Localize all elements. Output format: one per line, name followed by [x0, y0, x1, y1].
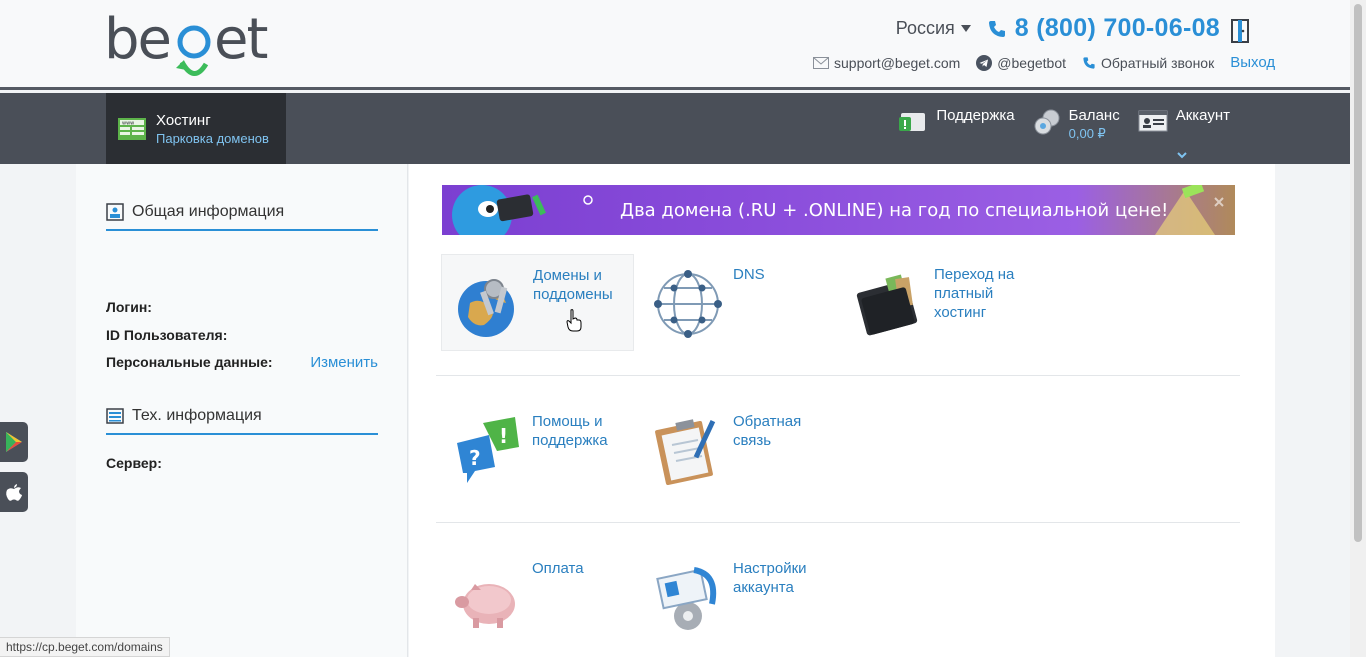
logout-link[interactable]: Выход: [1230, 54, 1275, 71]
scrollbar-thumb[interactable]: [1354, 4, 1362, 542]
tile-paid-hosting-label: Переход на платный хостинг: [934, 266, 1015, 321]
personal-data-row: Персональные данные: Изменить: [106, 354, 378, 371]
tile-account-settings[interactable]: Настройки аккаунта: [642, 548, 835, 645]
id-card-icon: [106, 203, 124, 221]
tile-payment-label: Оплата: [532, 560, 584, 577]
nav-support[interactable]: Поддержка: [898, 107, 1015, 137]
tile-account-settings-label: Настройки аккаунта: [733, 560, 807, 596]
left-info-panel: Общая информация Логин: ID Пользователя:…: [76, 164, 408, 657]
login-label: Логин:: [106, 299, 152, 315]
nav-hosting-title: Хостинг: [156, 111, 211, 129]
tile-feedback[interactable]: Обратная связь: [642, 401, 835, 498]
close-icon[interactable]: [1214, 197, 1224, 207]
callback-link[interactable]: Обратный звонок: [1082, 55, 1214, 71]
globe-keys-icon: [458, 279, 514, 337]
main-navbar: www Хостинг Парковка доменов Поддержка Б…: [0, 93, 1350, 164]
login-row: Логин:: [106, 299, 378, 315]
spotlight-decor-icon: [1155, 185, 1215, 235]
tile-feedback-label: Обратная связь: [733, 413, 802, 449]
nav-account[interactable]: Аккаунт: [1138, 107, 1230, 135]
nav-balance-label: Баланс: [1068, 107, 1120, 124]
beget-logo[interactable]: be et: [104, 6, 274, 82]
general-info-header: Общая информация: [106, 203, 378, 231]
piggy-bank-icon: [455, 584, 515, 628]
page-scrollbar[interactable]: [1350, 0, 1366, 657]
svg-text:www: www: [122, 120, 134, 126]
coins-icon: [1034, 109, 1060, 135]
tile-payment[interactable]: Оплата: [441, 548, 634, 645]
tile-domains-label: Домены и поддомены: [533, 267, 613, 303]
nav-balance[interactable]: Баланс 0,00 ₽: [1033, 107, 1120, 142]
chevron-down-icon[interactable]: [1176, 151, 1188, 159]
server-label: Сервер:: [106, 455, 162, 471]
network-sphere-icon: [654, 270, 722, 338]
app-store-button[interactable]: [0, 472, 28, 512]
nav-support-label: Поддержка: [936, 107, 1015, 124]
caret-down-icon: [960, 25, 971, 32]
tile-dns-label: DNS: [733, 266, 765, 283]
svg-text:!: !: [499, 424, 508, 448]
google-play-button[interactable]: [0, 422, 28, 462]
exit-door-icon[interactable]: [1229, 18, 1251, 44]
hosting-www-icon: www: [118, 117, 146, 140]
account-card-icon: [1138, 110, 1168, 132]
telegram-text: @begetbot: [997, 54, 1066, 71]
promo-banner[interactable]: Два домена (.RU + .ONLINE) на год по спе…: [442, 185, 1235, 235]
tile-domains[interactable]: Домены и поддомены: [441, 254, 634, 351]
phone-icon: [988, 20, 1005, 37]
nav-account-label: Аккаунт: [1175, 107, 1230, 124]
support-email-text: support@beget.com: [834, 54, 961, 71]
banner-text: Два домена (.RU + .ONLINE) на год по спе…: [620, 200, 1169, 221]
hand-cursor-icon: [566, 309, 582, 332]
mail-icon: [813, 56, 829, 69]
apple-icon: [6, 484, 22, 501]
google-play-icon: [6, 432, 22, 452]
tech-info-header: Тех. информация: [106, 407, 378, 435]
country-label: Россия: [895, 18, 955, 38]
telegram-icon: [976, 54, 993, 71]
banner-mascot-icon: [452, 185, 546, 235]
nav-hosting-subtitle: Парковка доменов: [156, 130, 269, 146]
edit-personal-link[interactable]: Изменить: [310, 354, 378, 371]
country-selector[interactable]: Россия: [896, 18, 971, 39]
support-email-link[interactable]: support@beget.com: [813, 55, 960, 71]
tech-info-title: Тех. информация: [132, 407, 262, 424]
settings-card-icon: [656, 567, 717, 630]
support-chat-icon: [899, 113, 926, 131]
user-id-label: ID Пользователя:: [106, 327, 228, 343]
personal-data-label: Персональные данные:: [106, 354, 273, 370]
top-header: be et Россия 8 (800) 700-06-08 support@b…: [0, 0, 1350, 90]
svg-text:et: et: [214, 7, 267, 72]
phone-small-icon: [1083, 56, 1095, 69]
phone-text: 8 (800) 700-06-08: [1014, 14, 1220, 42]
svg-text:?: ?: [469, 446, 481, 470]
circle-decor-icon: [583, 195, 593, 205]
divider: [436, 375, 1240, 376]
tile-help[interactable]: ? ! Помощь и поддержка: [441, 401, 634, 498]
tile-paid-hosting[interactable]: Переход на платный хостинг: [843, 254, 1036, 351]
general-info-title: Общая информация: [132, 203, 285, 220]
nav-hosting[interactable]: www Хостинг Парковка доменов: [106, 93, 286, 164]
divider: [436, 522, 1240, 523]
help-bubbles-icon: ? !: [457, 417, 519, 483]
nav-balance-value: 0,00 ₽: [1068, 126, 1106, 141]
clipboard-icon: [655, 419, 716, 485]
server-icon: [106, 408, 124, 424]
tile-help-label: Помощь и поддержка: [532, 413, 608, 449]
main-panel: Два домена (.RU + .ONLINE) на год по спе…: [409, 164, 1275, 657]
browser-status-url: https://cp.beget.com/domains: [0, 637, 170, 657]
server-row: Сервер:: [106, 455, 378, 471]
telegram-link[interactable]: @begetbot: [976, 54, 1066, 71]
user-id-row: ID Пользователя:: [106, 327, 378, 343]
wallet-icon: [856, 274, 918, 336]
callback-text: Обратный звонок: [1101, 54, 1215, 71]
tile-dns[interactable]: DNS: [642, 254, 835, 351]
phone-number[interactable]: 8 (800) 700-06-08: [987, 14, 1220, 43]
svg-text:be: be: [104, 7, 170, 72]
